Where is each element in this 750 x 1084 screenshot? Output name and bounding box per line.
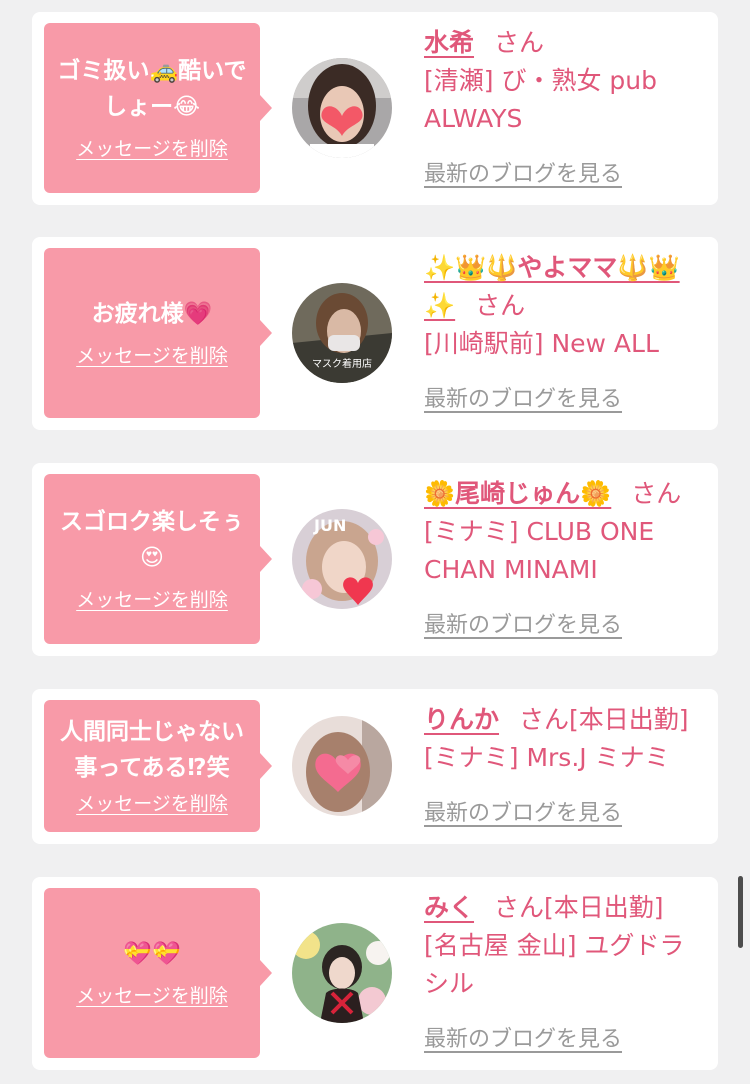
honorific: さん (475, 291, 526, 320)
message-bubble: ゴミ扱い🚕酷いでしょー😂 メッセージを削除 (44, 23, 272, 193)
message-bubble: お疲れ様💗 メッセージを削除 (44, 248, 272, 418)
latest-blog-link[interactable]: 最新のブログを見る (424, 611, 622, 641)
avatar[interactable] (292, 58, 392, 158)
message-text: スゴロク楽しそぅ😍 (60, 509, 244, 571)
message-card: ゴミ扱い🚕酷いでしょー😂 メッセージを削除 水希 さん [清瀬] び・熟女 pub… (32, 12, 718, 205)
sender-info: 🌼尾崎じゅん🌼 さん [ミナミ] CLUB ONE CHAN MINAMI 最新の… (424, 475, 706, 643)
sender-info: みく さん[本日出勤] [名古屋 金山] ユグドラシル 最新のブログを見る (424, 889, 706, 1057)
sender-name-link[interactable]: 🌼尾崎じゅん🌼 (424, 479, 611, 508)
avatar[interactable]: JUN (292, 509, 392, 609)
shop-name: [名古屋 金山] ユグドラシル (424, 931, 685, 998)
shop-name: [川崎駅前] New ALL (424, 329, 659, 358)
name-line: 水希 さん (424, 24, 706, 62)
shop-name: [ミナミ] CLUB ONE CHAN MINAMI (424, 517, 655, 584)
delete-message-link[interactable]: メッセージを削除 (76, 982, 228, 1010)
sender-name-link[interactable]: 水希 (424, 28, 474, 57)
message-text: 💝💝 (123, 941, 181, 967)
shop-name: [ミナミ] Mrs.J ミナミ (424, 743, 670, 772)
avatar[interactable] (292, 716, 392, 816)
message-text: お疲れ様💗 (91, 301, 213, 327)
sender-info: ✨👑🔱やよママ🔱👑✨ さん [川崎駅前] New ALL 最新のブログを見る (424, 249, 706, 417)
name-line: 🌼尾崎じゅん🌼 さん (424, 475, 706, 513)
latest-blog-link[interactable]: 最新のブログを見る (424, 160, 622, 190)
work-status: [本日出勤] (569, 705, 689, 734)
message-bubble: 人間同士じゃない事ってある⁉︎笑 メッセージを削除 (44, 700, 272, 832)
delete-message-link[interactable]: メッセージを削除 (76, 135, 228, 163)
message-text: 人間同士じゃない事ってある⁉︎笑 (60, 719, 244, 781)
message-text: ゴミ扱い🚕酷いでしょー😂 (57, 58, 247, 120)
message-card: スゴロク楽しそぅ😍 メッセージを削除 JUN 🌼尾崎じゅん🌼 さん [ミナミ] C… (32, 463, 718, 656)
message-card: 💝💝 メッセージを削除 みく さん[本日出勤] [名古屋 金山] ユグドラシル 最… (32, 877, 718, 1070)
avatar[interactable] (292, 923, 392, 1023)
message-bubble: スゴロク楽しそぅ😍 メッセージを削除 (44, 474, 272, 644)
name-line: ✨👑🔱やよママ🔱👑✨ さん (424, 249, 706, 325)
delete-message-link[interactable]: メッセージを削除 (76, 586, 228, 614)
honorific: さん (519, 705, 570, 734)
honorific: さん (631, 479, 682, 508)
name-line: りんか さん[本日出勤] (424, 701, 706, 739)
message-card: 人間同士じゃない事ってある⁉︎笑 メッセージを削除 りんか さん[本日出勤] [ミ… (32, 689, 718, 844)
delete-message-link[interactable]: メッセージを削除 (76, 790, 228, 818)
honorific: さん (494, 893, 545, 922)
message-bubble: 💝💝 メッセージを削除 (44, 888, 272, 1058)
avatar-caption: マスク着用店 (312, 357, 372, 370)
sender-info: 水希 さん [清瀬] び・熟女 pub ALWAYS 最新のブログを見る (424, 24, 706, 192)
sender-name-link[interactable]: ✨👑🔱やよママ🔱👑✨ (424, 253, 680, 320)
work-status: [本日出勤] (544, 893, 664, 922)
message-list: ゴミ扱い🚕酷いでしょー😂 メッセージを削除 水希 さん [清瀬] び・熟女 pub… (0, 0, 750, 1084)
sender-name-link[interactable]: りんか (424, 705, 499, 734)
message-card: お疲れ様💗 メッセージを削除 マスク着用店 ✨👑🔱やよママ🔱👑✨ さん [川崎駅前… (32, 237, 718, 430)
latest-blog-link[interactable]: 最新のブログを見る (424, 1025, 622, 1055)
sender-name-link[interactable]: みく (424, 893, 474, 922)
name-line: みく さん[本日出勤] (424, 889, 706, 927)
honorific: さん (494, 28, 545, 57)
delete-message-link[interactable]: メッセージを削除 (76, 342, 228, 370)
scrollbar[interactable] (738, 876, 743, 948)
latest-blog-link[interactable]: 最新のブログを見る (424, 385, 622, 415)
sender-info: りんか さん[本日出勤] [ミナミ] Mrs.J ミナミ 最新のブログを見る (424, 701, 706, 831)
latest-blog-link[interactable]: 最新のブログを見る (424, 799, 622, 829)
avatar[interactable]: マスク着用店 (292, 283, 392, 383)
avatar-caption: JUN (313, 516, 346, 535)
shop-name: [清瀬] び・熟女 pub ALWAYS (424, 66, 657, 133)
